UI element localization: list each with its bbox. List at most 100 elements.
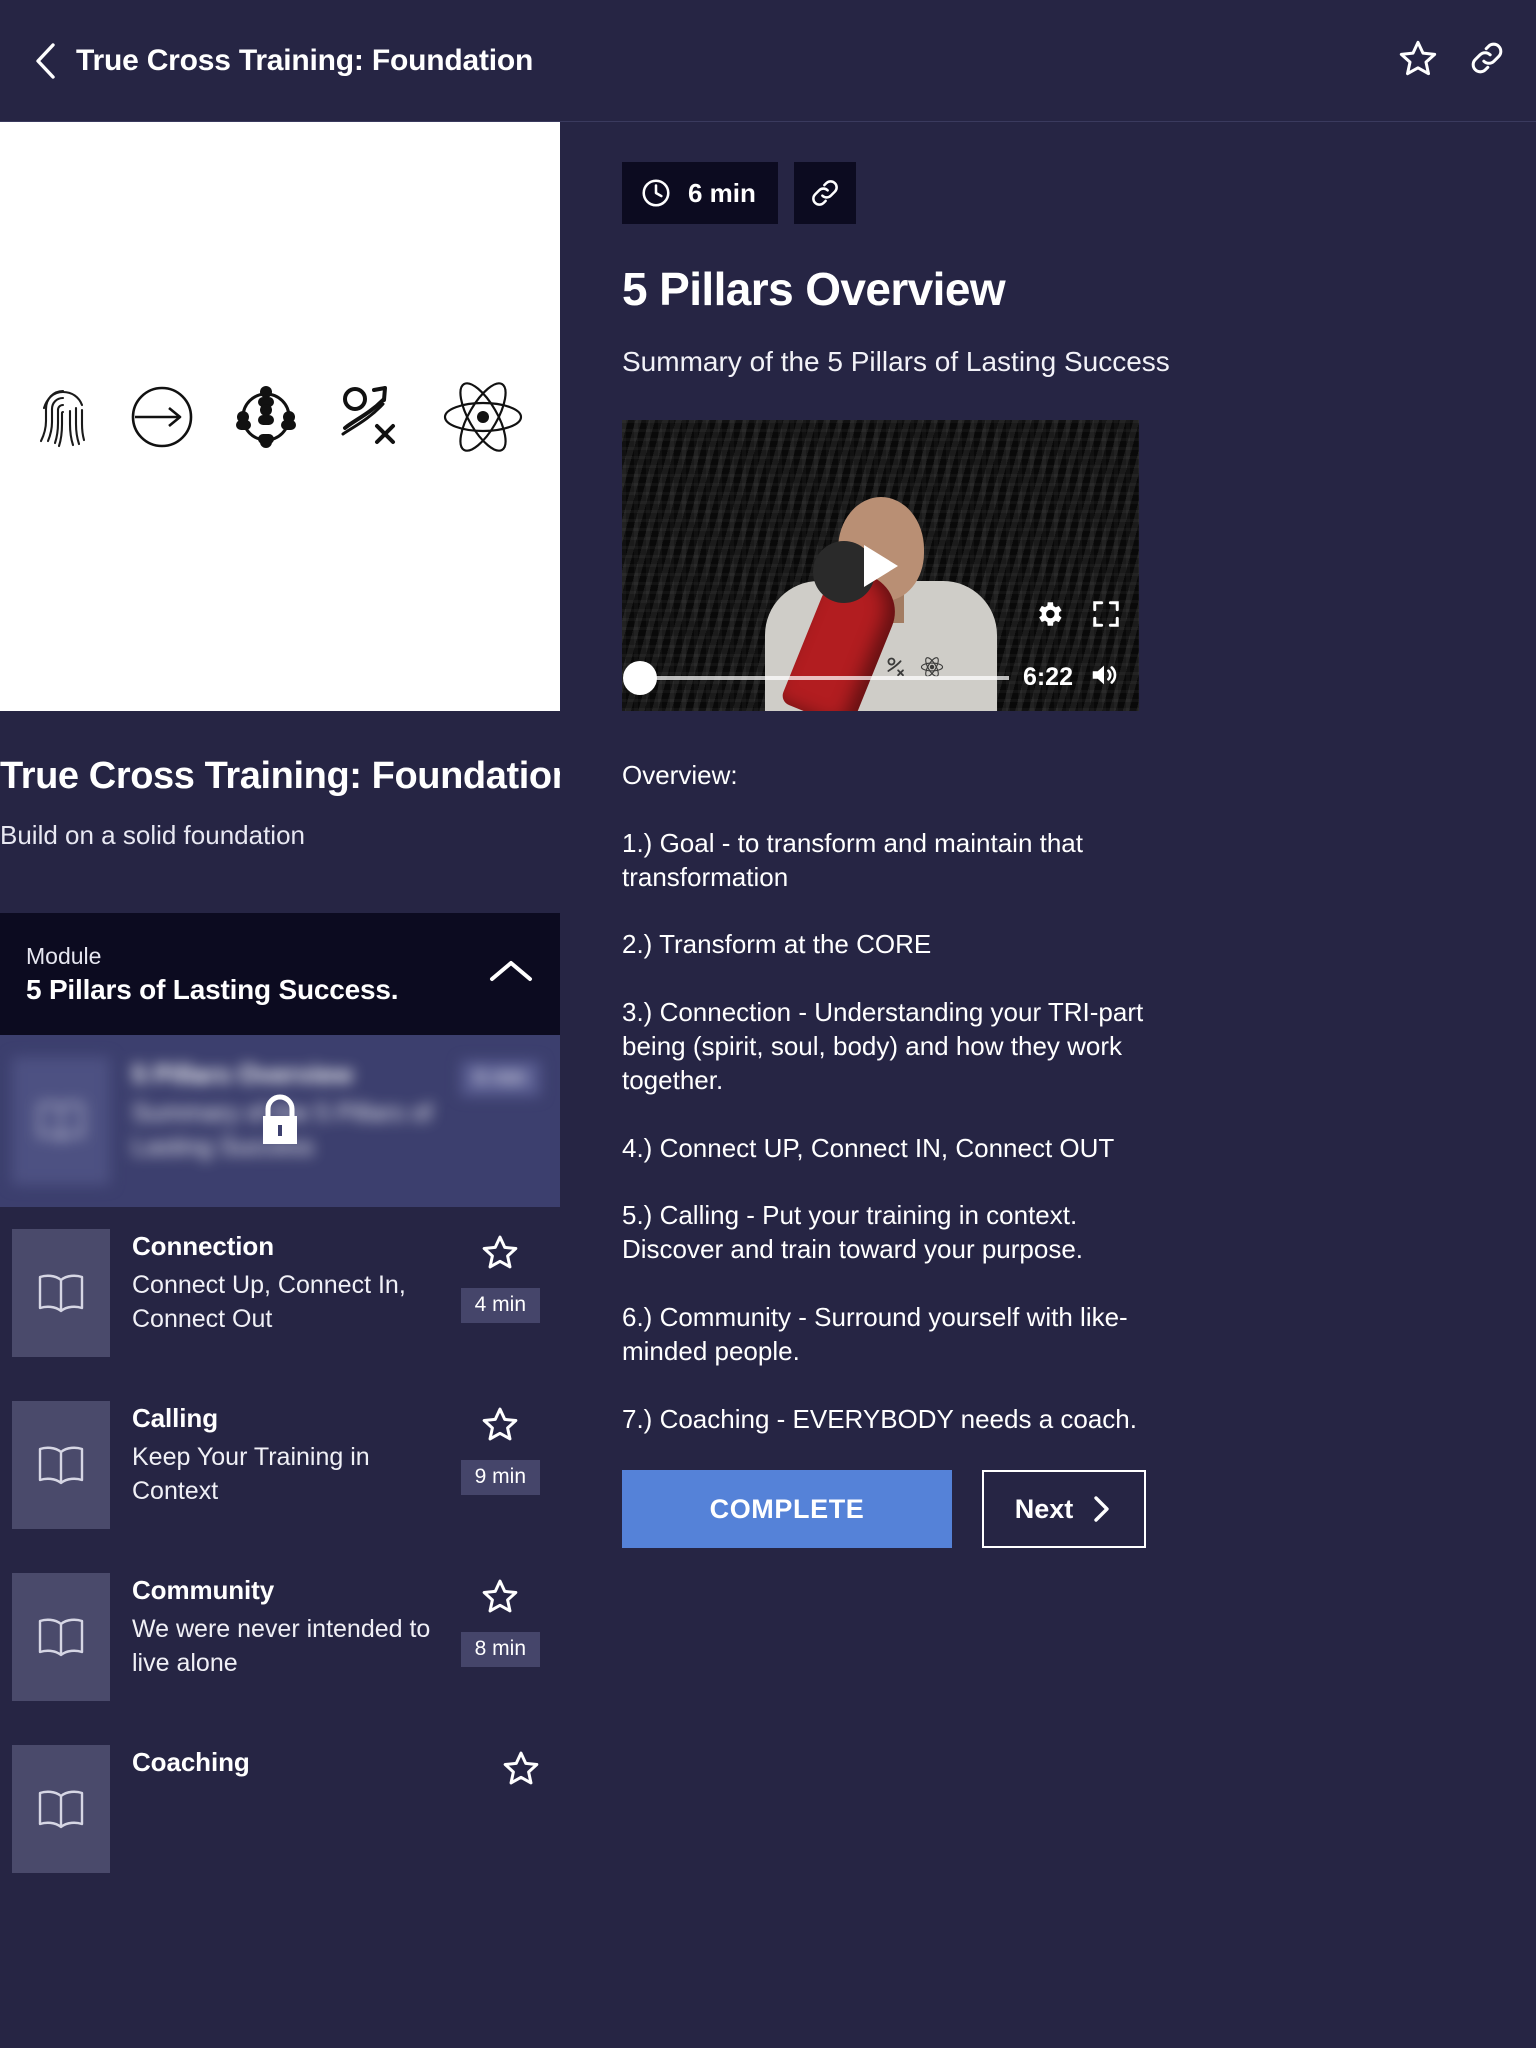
lesson-favorite-button[interactable] xyxy=(481,1577,519,1620)
fingerprint-icon xyxy=(39,389,86,447)
lesson-meta-row: 6 min xyxy=(622,122,1536,224)
lesson-thumbnail xyxy=(12,1573,110,1701)
video-progress-handle[interactable] xyxy=(623,660,657,695)
video-fullscreen-button[interactable] xyxy=(1091,599,1121,634)
book-icon xyxy=(38,1790,84,1829)
list-item[interactable]: Calling Keep Your Training in Context 9 … xyxy=(0,1379,560,1551)
lesson-detail-panel: 6 min 5 Pillars Overview Summary of the … xyxy=(610,122,1536,2048)
lesson-duration-text: 6 min xyxy=(688,177,756,208)
lesson-duration-badge: 4 min xyxy=(460,1288,540,1323)
lesson-text: Calling Keep Your Training in Context xyxy=(132,1401,442,1508)
lesson-content: 5 Pillars Overview Summary of the 5 Pill… xyxy=(12,1057,560,1185)
lesson-overview: Overview: 1.) Goal - to transform and ma… xyxy=(622,759,1152,1436)
chevron-left-icon xyxy=(36,42,55,79)
lesson-content: Community We were never intended to live… xyxy=(12,1573,560,1701)
next-button-label: Next xyxy=(1014,1493,1074,1524)
overview-item: 2.) Transform at the CORE xyxy=(622,929,932,960)
video-player[interactable]: 6:22 xyxy=(622,420,1139,711)
star-outline-icon xyxy=(503,1751,539,1785)
chevron-right-icon xyxy=(1094,1496,1109,1523)
lesson-favorite-button[interactable] xyxy=(502,1749,540,1792)
lesson-name: Coaching xyxy=(132,1747,250,1777)
overview-heading: Overview: xyxy=(622,760,738,790)
atom-icon xyxy=(443,381,523,452)
link-icon xyxy=(812,180,838,206)
lesson-thumbnail xyxy=(12,1745,110,1873)
lesson-description: Connect Up, Connect In, Connect Out xyxy=(132,1271,406,1334)
lesson-favorite-button[interactable] xyxy=(481,1233,519,1276)
network-people-icon xyxy=(236,385,296,448)
content-stage: True Cross Training: Foundation Build on… xyxy=(0,122,1536,2048)
lesson-meta: 8 min xyxy=(460,1573,540,1667)
lesson-name: Connection xyxy=(132,1231,274,1261)
lesson-duration-badge: 8 min xyxy=(460,1632,540,1667)
book-icon xyxy=(38,1446,84,1485)
lesson-content: Calling Keep Your Training in Context 9 … xyxy=(12,1401,560,1529)
lesson-content: Connection Connect Up, Connect In, Conne… xyxy=(12,1229,560,1357)
back-button[interactable] xyxy=(28,40,62,82)
pillar-icon-row xyxy=(35,381,525,453)
lesson-duration-chip[interactable]: 6 min xyxy=(622,162,778,224)
list-item[interactable]: Community We were never intended to live… xyxy=(0,1551,560,1723)
fullscreen-icon xyxy=(1093,601,1119,627)
video-volume-button[interactable] xyxy=(1087,660,1121,695)
video-controls-bottom: 6:22 xyxy=(622,660,1139,695)
lesson-meta xyxy=(502,1745,540,1792)
book-icon xyxy=(38,1102,84,1141)
link-icon xyxy=(1471,42,1503,74)
overview-item: 5.) Calling - Put your training in conte… xyxy=(622,1200,1084,1265)
lesson-meta: 9 min xyxy=(460,1401,540,1495)
lesson-description: We were never intended to live alone xyxy=(132,1615,431,1678)
lesson-text: 5 Pillars Overview Summary of the 5 Pill… xyxy=(132,1057,442,1164)
lesson-thumbnail xyxy=(12,1057,110,1185)
share-link-button[interactable] xyxy=(1468,39,1506,82)
lesson-thumbnail xyxy=(12,1229,110,1357)
lesson-duration-badge: 6 min xyxy=(460,1061,540,1096)
course-sidebar: True Cross Training: Foundation Build on… xyxy=(0,122,560,2048)
star-outline-icon xyxy=(482,1579,518,1613)
module-name: 5 Pillars of Lasting Success. xyxy=(26,973,399,1005)
volume-icon xyxy=(1092,665,1117,685)
module-header-text: Module 5 Pillars of Lasting Success. xyxy=(26,942,399,1006)
module-header[interactable]: Module 5 Pillars of Lasting Success. xyxy=(0,913,560,1035)
favorite-button[interactable] xyxy=(1398,38,1438,83)
chevron-up-icon xyxy=(490,960,532,981)
star-outline-icon xyxy=(1399,40,1437,76)
course-subtitle: Build on a solid foundation xyxy=(0,820,306,850)
video-progress-bar[interactable] xyxy=(623,660,1009,695)
book-icon xyxy=(38,1274,84,1313)
video-controls-top xyxy=(1033,598,1121,635)
next-button[interactable]: Next xyxy=(982,1470,1146,1549)
lesson-content: Coaching xyxy=(12,1745,560,1873)
lesson-name: Calling xyxy=(132,1403,218,1433)
list-item[interactable]: 5 Pillars Overview Summary of the 5 Pill… xyxy=(0,1035,560,1207)
overview-item: 3.) Connection - Understanding your TRI-… xyxy=(622,997,1144,1095)
module-kicker: Module xyxy=(26,942,102,969)
star-outline-icon xyxy=(482,1407,518,1441)
star-outline-icon xyxy=(482,1235,518,1269)
growth-arrow-icon xyxy=(341,385,395,444)
gear-icon xyxy=(1039,602,1062,626)
book-icon xyxy=(38,1618,84,1657)
lesson-link-button[interactable] xyxy=(793,162,856,224)
lesson-favorite-button[interactable] xyxy=(481,1405,519,1448)
list-item[interactable]: Connection Connect Up, Connect In, Conne… xyxy=(0,1207,560,1379)
lesson-detail-title: 5 Pillars Overview xyxy=(622,263,1006,315)
lesson-name: 5 Pillars Overview xyxy=(132,1059,353,1089)
list-item[interactable]: Coaching xyxy=(0,1723,560,1895)
lesson-text: Community We were never intended to live… xyxy=(132,1573,442,1680)
video-settings-button[interactable] xyxy=(1033,598,1065,635)
top-bar-actions xyxy=(1398,38,1506,83)
lesson-description: Summary of the 5 Pillars of Lasting Succ… xyxy=(132,1099,433,1162)
lesson-actions: COMPLETE Next xyxy=(622,1470,1536,1549)
module-collapse-button[interactable] xyxy=(488,957,534,992)
lesson-text: Coaching xyxy=(132,1745,442,1784)
lesson-name: Community xyxy=(132,1575,275,1605)
course-title: True Cross Training: Foundation xyxy=(0,755,560,797)
complete-button[interactable]: COMPLETE xyxy=(622,1470,952,1549)
overview-item: 6.) Community - Surround yourself with l… xyxy=(622,1301,1128,1366)
play-button[interactable] xyxy=(863,544,898,587)
lesson-duration-badge: 9 min xyxy=(460,1460,540,1495)
overview-item: 7.) Coaching - EVERYBODY needs a coach. xyxy=(622,1403,1137,1434)
lesson-detail-subtitle: Summary of the 5 Pillars of Lasting Succ… xyxy=(622,346,1170,377)
